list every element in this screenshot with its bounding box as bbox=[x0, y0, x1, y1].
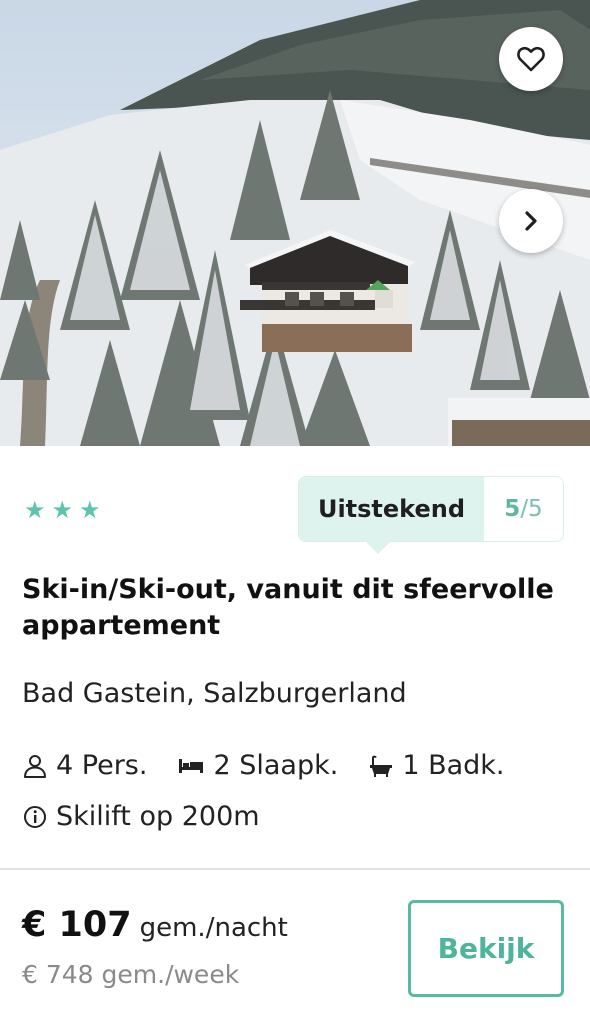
view-button[interactable]: Bekijk bbox=[408, 900, 564, 997]
next-photo-button[interactable] bbox=[499, 189, 563, 253]
feature-row: 4 Pers. 2 Slaapk. 1 Badk. bbox=[22, 750, 535, 781]
bathtub-icon bbox=[370, 755, 393, 777]
persons-label: 4 Pers. bbox=[56, 750, 148, 781]
feature-bathrooms: 1 Badk. bbox=[368, 750, 505, 781]
price-unit: gem./nacht bbox=[139, 913, 288, 943]
bathrooms-label: 1 Badk. bbox=[402, 750, 505, 781]
info-icon bbox=[24, 805, 46, 828]
listing-location: Bad Gastein, Salzburgerland bbox=[22, 678, 407, 709]
bedrooms-label: 2 Slaapk. bbox=[213, 750, 339, 781]
rating-label: Uitstekend bbox=[299, 477, 484, 554]
star-icon: ★ bbox=[51, 496, 74, 524]
bed-icon bbox=[179, 758, 204, 773]
price-main: € 107 bbox=[22, 905, 132, 945]
feature-row-skilift: Skilift op 200m bbox=[22, 801, 290, 832]
price-per-week: € 748 gem./week bbox=[22, 960, 240, 989]
feature-bedrooms: 2 Slaapk. bbox=[177, 750, 338, 781]
listing-title[interactable]: Ski-in/Ski-out, vanuit dit sfeervolle ap… bbox=[22, 572, 570, 644]
skilift-label: Skilift op 200m bbox=[56, 801, 260, 832]
favorite-button[interactable] bbox=[499, 27, 563, 91]
rating-row: ★ ★ ★ Uitstekend 5/5 bbox=[0, 476, 590, 554]
score-value: 5 bbox=[504, 496, 521, 522]
star-icon: ★ bbox=[79, 496, 101, 524]
price-per-night: € 107 gem./nacht bbox=[22, 905, 288, 945]
divider bbox=[0, 868, 590, 870]
star-rating: ★ ★ ★ bbox=[24, 496, 101, 524]
person-icon bbox=[24, 754, 46, 778]
chevron-right-icon bbox=[525, 211, 537, 231]
heart-icon bbox=[517, 46, 545, 72]
feature-persons: 4 Pers. bbox=[22, 750, 147, 781]
feature-skilift: Skilift op 200m bbox=[22, 801, 260, 832]
rating-score: 5/5 bbox=[484, 477, 563, 541]
review-score-badge: Uitstekend 5/5 bbox=[298, 476, 564, 554]
star-icon: ★ bbox=[24, 496, 46, 524]
listing-photo[interactable] bbox=[0, 0, 590, 446]
score-max: /5 bbox=[520, 496, 543, 522]
